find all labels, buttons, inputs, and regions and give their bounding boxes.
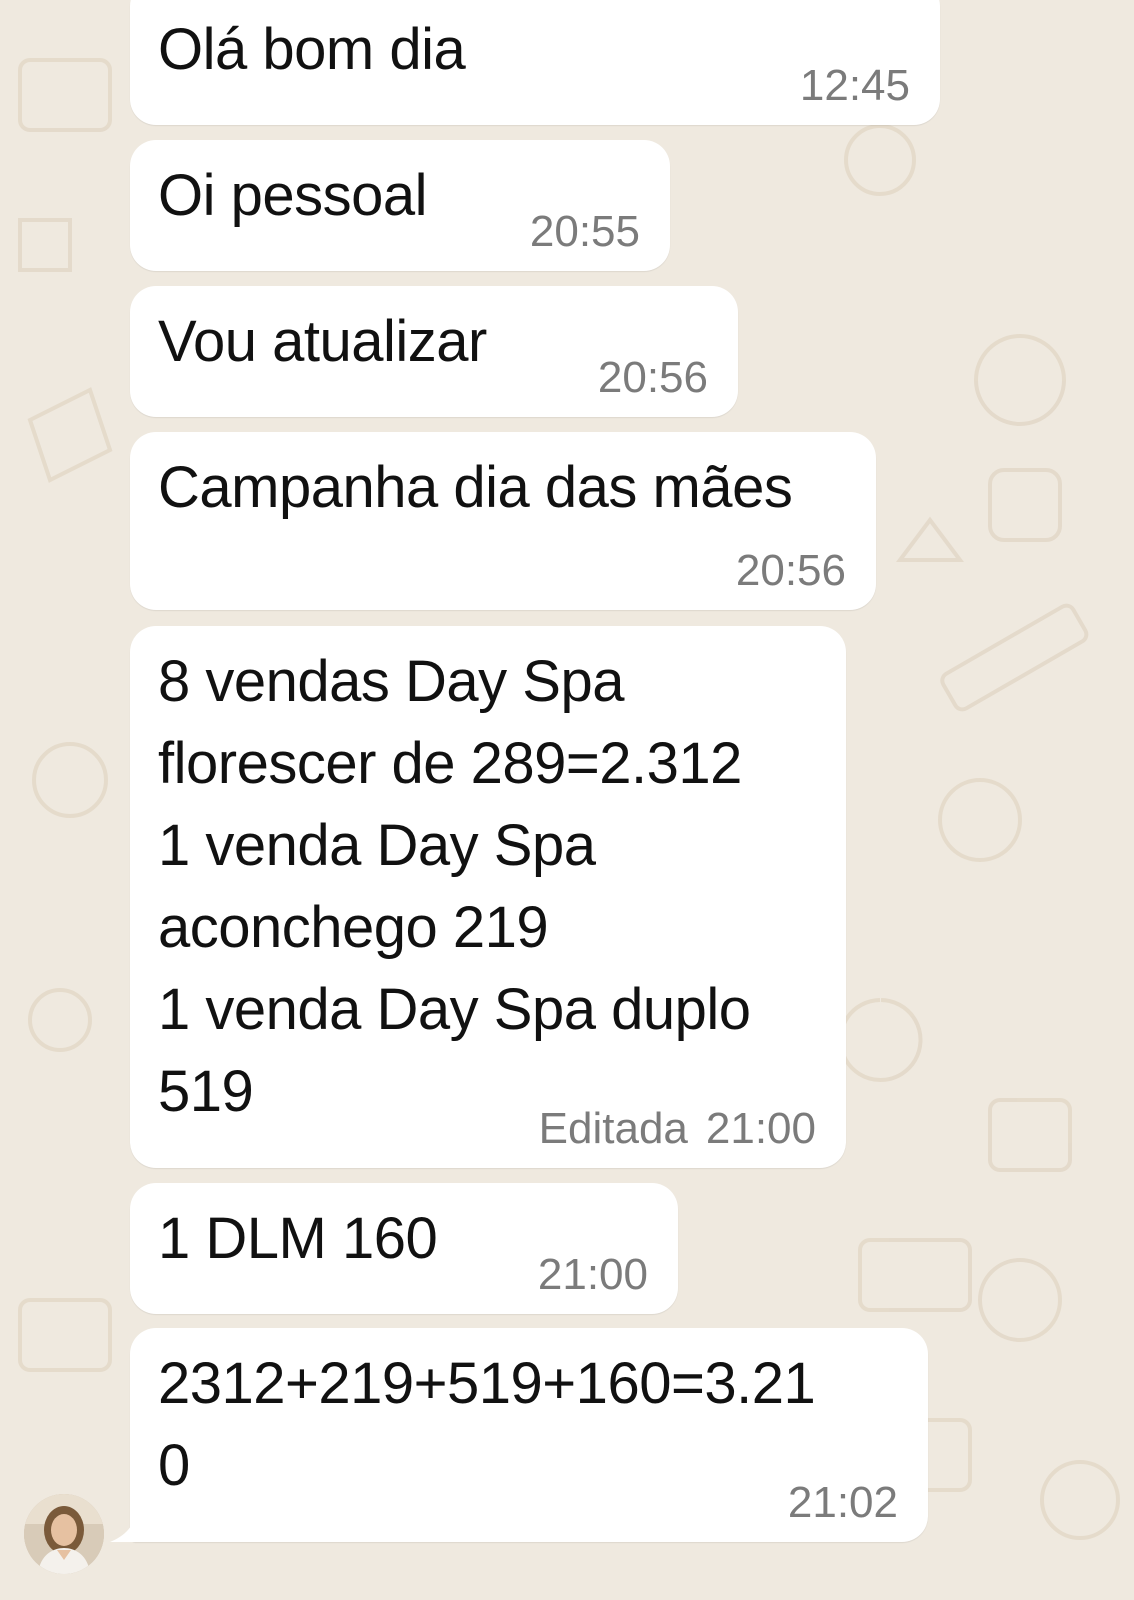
message-text-line: 0	[158, 1433, 190, 1498]
message-text-line: florescer de 289=2.312	[158, 731, 742, 796]
message-timestamp: 21:00	[537, 1250, 648, 1299]
avatar-photo	[24, 1494, 104, 1574]
message-text: Olá bom dia	[158, 17, 466, 82]
message-timestamp: 20:55	[529, 207, 640, 256]
message-bubble[interactable]: 8 vendas Day Spa florescer de 289=2.312 …	[130, 626, 846, 1168]
message-text: Oi pessoal	[158, 163, 428, 228]
message-text: Vou atualizar	[158, 309, 487, 374]
message-text-line: 2312+219+519+160=3.21	[158, 1351, 816, 1416]
message-text-line: aconchego 219	[158, 895, 549, 960]
message-bubble[interactable]: Vou atualizar 20:56	[130, 286, 738, 417]
message-text: Campanha dia das mães	[158, 455, 793, 520]
message-text: 1 DLM 160	[158, 1206, 438, 1271]
message-timestamp: 21:02	[787, 1478, 898, 1527]
message-text-line: 1 venda Day Spa	[158, 813, 596, 878]
message-bubble[interactable]: 2312+219+519+160=3.21 0 21:02	[110, 1328, 928, 1542]
message-text-line: 8 vendas Day Spa	[158, 649, 624, 714]
bubble-tail	[110, 1516, 136, 1542]
message-bubble[interactable]: Campanha dia das mães 20:56	[130, 432, 876, 610]
message-timestamp: 21:00	[705, 1104, 816, 1153]
message-text-line: 519	[158, 1059, 254, 1124]
message-bubble[interactable]: Oi pessoal 20:55	[130, 140, 670, 271]
message-text-line: 1 venda Day Spa duplo	[158, 977, 751, 1042]
message-timestamp: 20:56	[735, 546, 846, 595]
message-meta: Editada 21:00	[539, 1104, 816, 1154]
message-timestamp: 12:45	[799, 61, 910, 110]
sender-avatar[interactable]	[24, 1494, 104, 1574]
message-timestamp: 20:56	[597, 353, 708, 402]
edited-label: Editada	[538, 1104, 688, 1153]
message-bubble[interactable]: 1 DLM 160 21:00	[130, 1183, 678, 1314]
message-bubble[interactable]: Olá bom dia 12:45	[130, 0, 940, 125]
